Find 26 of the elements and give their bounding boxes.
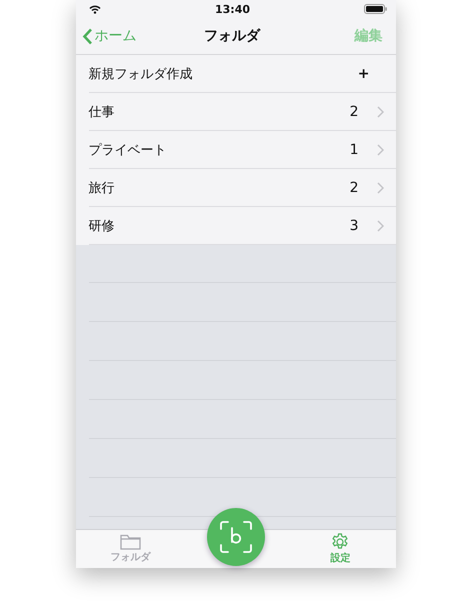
row-label: 新規フォルダ作成	[88, 66, 194, 82]
chevron-icon	[376, 106, 384, 118]
folder-row[interactable]: 仕事 2	[88, 93, 396, 131]
wifi-icon	[88, 4, 100, 14]
chevron-icon	[376, 182, 384, 194]
item-count: 2	[348, 104, 358, 120]
row-label: 研修	[88, 218, 116, 234]
folder-row[interactable]: 旅行 2	[88, 169, 396, 207]
row-label: プライベート	[88, 142, 168, 158]
new-folder-row[interactable]: 新規フォルダ作成 +	[88, 55, 396, 93]
item-count: 1	[348, 142, 358, 158]
gear-icon	[331, 533, 350, 551]
back-chevron-icon	[82, 28, 92, 44]
folder-icon	[120, 534, 142, 550]
nav-title: フォルダ	[204, 27, 260, 45]
status-time: 13:40	[214, 2, 250, 16]
battery-icon	[364, 4, 388, 14]
scan-icon	[218, 520, 252, 554]
item-count: 3	[348, 218, 358, 234]
plus-sign: +	[358, 66, 370, 82]
chevron-icon	[376, 220, 384, 232]
chevron-icon	[376, 144, 384, 156]
row-label: 旅行	[88, 180, 116, 196]
row-label: 仕事	[88, 104, 116, 120]
folder-row[interactable]: プライベート 1	[88, 131, 396, 169]
item-count: 2	[348, 180, 358, 196]
